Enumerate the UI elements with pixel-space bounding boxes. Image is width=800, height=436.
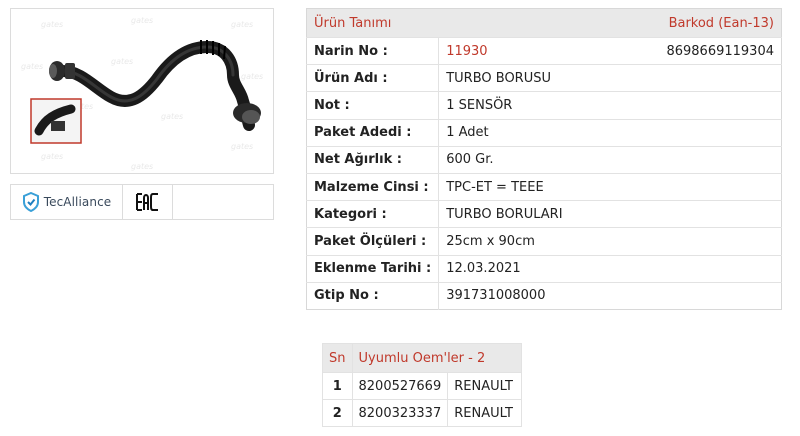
info-row-kategori: Kategori : TURBO BORULARI bbox=[306, 200, 782, 229]
oem-sn: 2 bbox=[322, 399, 353, 427]
oem-table: Sn Uyumlu Oem'ler - 2 1 8200527669 RENAU… bbox=[322, 343, 523, 427]
info-value: TPC-ET = TEEE bbox=[438, 173, 782, 202]
info-row-narin-no: Narin No : 11930 8698669119304 bbox=[306, 37, 782, 66]
svg-text:gates: gates bbox=[41, 20, 63, 29]
oem-brand: RENAULT bbox=[447, 372, 523, 400]
info-value: 600 Gr. bbox=[438, 146, 782, 174]
info-label: Gtip No : bbox=[306, 282, 440, 310]
info-row-paket-olculeri: Paket Ölçüleri : 25cm x 90cm bbox=[306, 227, 782, 256]
info-label: Paket Ölçüleri : bbox=[306, 227, 440, 256]
oem-sn-header: Sn bbox=[322, 343, 353, 373]
info-label: Narin No : bbox=[306, 37, 440, 66]
svg-text:gates: gates bbox=[131, 16, 153, 25]
info-value: 1 Adet bbox=[438, 119, 782, 147]
tecalliance-shield-icon bbox=[22, 192, 39, 212]
info-value: 391731008000 bbox=[446, 288, 546, 304]
turbo-hose-image: gates gates gates gates gates gates gates gat… bbox=[21, 16, 263, 171]
product-info-table: Ürün Tanımı Barkod (Ean-13) Narin No : 1… bbox=[306, 8, 782, 310]
info-label: Paket Adedi : bbox=[306, 119, 440, 147]
product-definition-header: Ürün Tanımı bbox=[306, 8, 547, 38]
info-row-eklenme-tarihi: Eklenme Tarihi : 12.03.2021 bbox=[306, 255, 782, 283]
svg-text:gates: gates bbox=[21, 62, 43, 71]
oem-sn: 1 bbox=[322, 372, 353, 400]
barcode-header: Barkod (Ean-13) bbox=[546, 8, 782, 38]
info-label: Eklenme Tarihi : bbox=[306, 255, 440, 283]
info-row-malzeme-cinsi: Malzeme Cinsi : TPC-ET = TEEE bbox=[306, 173, 782, 202]
oem-code: 8200527669 bbox=[351, 372, 449, 400]
oem-row: 1 8200527669 RENAULT bbox=[322, 372, 523, 400]
oem-brand: RENAULT bbox=[447, 399, 523, 427]
info-row-urun-adi: Ürün Adı : TURBO BORUSU bbox=[306, 64, 782, 93]
oem-code: 8200323337 bbox=[351, 399, 449, 427]
info-table-header: Ürün Tanımı Barkod (Ean-13) bbox=[306, 8, 782, 38]
narin-no-value: 11930 bbox=[438, 37, 547, 66]
barcode-value: 8698669119304 bbox=[546, 37, 782, 66]
eac-mark-icon bbox=[135, 193, 158, 211]
tecalliance-name: TecAlliance bbox=[43, 195, 112, 209]
svg-text:gates: gates bbox=[131, 162, 153, 171]
svg-text:gates: gates bbox=[231, 142, 253, 151]
info-row-paket-adedi: Paket Adedi : 1 Adet bbox=[306, 119, 782, 147]
info-label: Kategori : bbox=[306, 200, 440, 229]
product-image[interactable]: gates gates gates gates gates gates gates gat… bbox=[10, 8, 274, 174]
svg-text:gates: gates bbox=[41, 152, 63, 161]
info-value: 25cm x 90cm bbox=[438, 227, 782, 256]
info-label: Ürün Adı : bbox=[306, 64, 440, 93]
info-value: TURBO BORUSU bbox=[438, 64, 782, 93]
oem-row: 2 8200323337 RENAULT bbox=[322, 399, 523, 427]
eac-logo bbox=[123, 185, 173, 219]
svg-text:gates: gates bbox=[231, 20, 253, 29]
info-row-not: Not : 1 SENSÖR bbox=[306, 91, 782, 120]
info-value: 12.03.2021 bbox=[438, 255, 782, 283]
svg-text:gates: gates bbox=[111, 57, 133, 66]
info-label: Not : bbox=[306, 91, 440, 120]
svg-text:gates: gates bbox=[161, 112, 183, 121]
oem-table-header: Sn Uyumlu Oem'ler - 2 bbox=[322, 343, 523, 373]
certification-logos: TecAlliance bbox=[10, 184, 274, 220]
info-label: Net Ağırlık : bbox=[306, 146, 440, 174]
svg-text:gates: gates bbox=[241, 72, 263, 81]
oem-title-header: Uyumlu Oem'ler - 2 bbox=[351, 343, 523, 373]
info-row-gtip-no: Gtip No : 391731008000 bbox=[306, 282, 782, 310]
info-value: 1 SENSÖR bbox=[438, 91, 782, 120]
info-value: TURBO BORULARI bbox=[438, 200, 782, 229]
tecalliance-logo: TecAlliance bbox=[11, 185, 123, 219]
info-label: Malzeme Cinsi : bbox=[306, 173, 440, 202]
info-row-net-agirlik: Net Ağırlık : 600 Gr. bbox=[306, 146, 782, 174]
